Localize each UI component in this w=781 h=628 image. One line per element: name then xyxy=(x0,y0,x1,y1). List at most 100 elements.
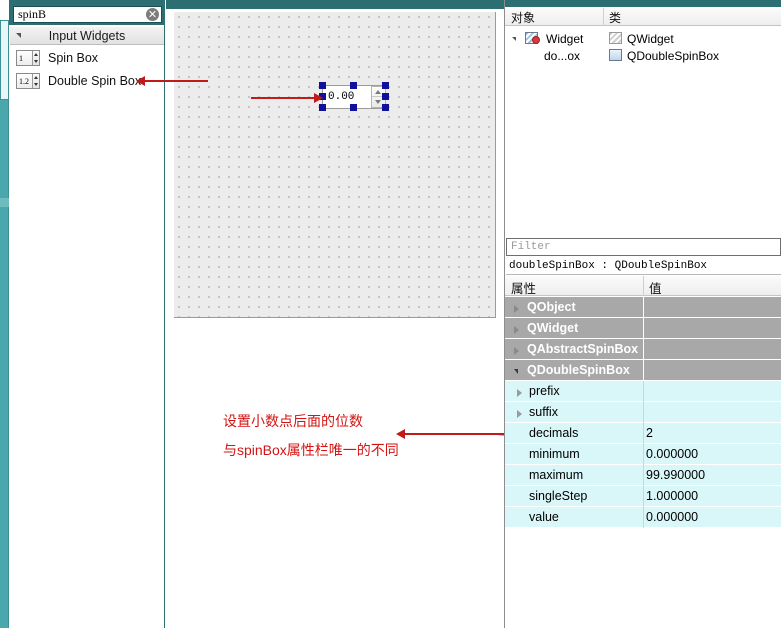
scrollbar-thumb[interactable] xyxy=(0,20,9,100)
selection-handle[interactable] xyxy=(382,82,389,89)
property-name: suffix xyxy=(529,405,558,419)
search-input[interactable]: spinB ✕ xyxy=(13,6,162,23)
step-down-icon[interactable] xyxy=(375,100,381,104)
property-object-title-text: doubleSpinBox : QDoubleSpinBox xyxy=(509,260,708,272)
property-value[interactable]: 99.990000 xyxy=(646,468,705,482)
property-group-name: QAbstractSpinBox xyxy=(527,342,639,356)
property-object-title: doubleSpinBox : QDoubleSpinBox xyxy=(506,258,781,275)
property-group-qabstractspinbox[interactable]: QAbstractSpinBox xyxy=(505,339,781,360)
scrollbar-marker xyxy=(0,198,9,207)
row-divider xyxy=(643,486,644,507)
row-divider xyxy=(643,465,644,486)
object-inspector-tree[interactable]: Widget QWidget do...ox QDoubleSpinBox xyxy=(505,27,781,233)
widget-item-spin-box[interactable]: 1 Spin Box xyxy=(10,47,164,69)
property-group-name: QWidget xyxy=(527,321,579,335)
double-spinbox-icon-arrows xyxy=(32,74,39,88)
widget-item-label: Double Spin Box xyxy=(48,74,142,88)
property-filter-input[interactable]: Filter xyxy=(506,238,781,256)
property-row-suffix[interactable]: suffix xyxy=(505,402,781,423)
row-divider xyxy=(643,444,644,465)
widget-item-label: Spin Box xyxy=(48,51,99,65)
expand-triangle-icon[interactable] xyxy=(514,326,519,334)
property-filter-placeholder: Filter xyxy=(511,241,551,253)
property-row-singlestep[interactable]: singleStep 1.000000 xyxy=(505,486,781,507)
property-name: value xyxy=(529,510,559,524)
row-divider xyxy=(643,507,644,528)
row-divider xyxy=(643,297,644,318)
form-double-spinbox-value: 0.00 xyxy=(328,91,355,103)
row-divider xyxy=(643,318,644,339)
spinbox-icon-text: 1 xyxy=(19,53,23,63)
class-column-header[interactable]: 类 xyxy=(609,9,621,26)
value-column-header[interactable]: 值 xyxy=(649,278,662,297)
property-row-value[interactable]: value 0.000000 xyxy=(505,507,781,528)
property-column-divider[interactable] xyxy=(643,276,644,296)
object-column-divider[interactable] xyxy=(603,8,604,26)
selection-handle[interactable] xyxy=(319,82,326,89)
property-column-header[interactable]: 属性 xyxy=(511,278,536,297)
property-row-prefix[interactable]: prefix xyxy=(505,381,781,402)
expand-triangle-icon[interactable] xyxy=(514,305,519,313)
collapse-triangle-icon[interactable] xyxy=(514,369,518,374)
annotation-arrowhead-right xyxy=(314,93,323,103)
annotation-arrowhead-left xyxy=(136,76,145,86)
search-input-value: spinB xyxy=(18,7,47,21)
annotation-text-line1: 设置小数点后面的位数 xyxy=(223,413,363,429)
property-name: prefix xyxy=(529,384,560,398)
row-divider xyxy=(643,360,644,381)
property-value[interactable]: 1.000000 xyxy=(646,489,698,503)
selection-handle[interactable] xyxy=(382,104,389,111)
selection-handle[interactable] xyxy=(350,82,357,89)
object-inspector-header: 对象 类 xyxy=(505,8,781,26)
qwidget-class-icon xyxy=(609,32,622,44)
row-divider xyxy=(643,423,644,444)
property-name: singleStep xyxy=(529,489,588,503)
property-name: maximum xyxy=(529,468,584,482)
object-tree-row-widget[interactable]: Widget QWidget xyxy=(505,30,781,47)
property-group-name: QDoubleSpinBox xyxy=(527,363,630,377)
annotation-arrowhead-decimals xyxy=(396,429,405,439)
row-divider xyxy=(643,339,644,360)
expand-triangle-icon[interactable] xyxy=(512,37,516,41)
chevron-down-icon xyxy=(16,33,21,38)
object-inspector-titlebar xyxy=(505,0,781,7)
property-editor-list[interactable]: QObject QWidget QAbstractSpinBox QDouble… xyxy=(505,297,781,528)
property-value[interactable]: 2 xyxy=(646,426,653,440)
object-tree-row-doublespinbox[interactable]: do...ox QDoubleSpinBox xyxy=(505,47,781,64)
selection-handle[interactable] xyxy=(319,104,326,111)
selection-handle[interactable] xyxy=(382,93,389,100)
property-name: minimum xyxy=(529,447,580,461)
object-tree-class: QWidget xyxy=(627,31,674,46)
property-value[interactable]: 0.000000 xyxy=(646,447,698,461)
property-group-qwidget[interactable]: QWidget xyxy=(505,318,781,339)
property-group-qdoublespinbox[interactable]: QDoubleSpinBox xyxy=(505,360,781,381)
widget-category-input-widgets[interactable]: Input Widgets xyxy=(10,26,164,45)
expand-triangle-icon[interactable] xyxy=(514,347,519,355)
annotation-line-to-widget-item xyxy=(145,80,208,82)
qt-designer-window: spinB ✕ Input Widgets 1 Spin Box 1.2 Dou… xyxy=(0,0,781,628)
annotation-line-to-form-widget xyxy=(251,97,316,99)
property-group-name: QObject xyxy=(527,300,576,314)
form-design-surface[interactable] xyxy=(174,12,496,318)
widget-category-label: Input Widgets xyxy=(48,28,126,43)
double-spinbox-icon xyxy=(609,49,622,61)
step-up-icon[interactable] xyxy=(375,90,381,94)
canvas-titlebar xyxy=(166,0,504,9)
clear-search-icon[interactable]: ✕ xyxy=(146,8,159,21)
object-tree-class: QDoubleSpinBox xyxy=(627,48,720,63)
property-row-decimals[interactable]: decimals 2 xyxy=(505,423,781,444)
selection-handle[interactable] xyxy=(350,104,357,111)
widget-box-search-container: spinB ✕ xyxy=(9,5,165,25)
property-value[interactable]: 0.000000 xyxy=(646,510,698,524)
expand-triangle-icon[interactable] xyxy=(517,389,522,397)
property-row-minimum[interactable]: minimum 0.000000 xyxy=(505,444,781,465)
property-row-maximum[interactable]: maximum 99.990000 xyxy=(505,465,781,486)
annotation-text-line2: 与spinBox属性栏唯一的不同 xyxy=(223,442,399,458)
spinbox-icon-arrows xyxy=(32,51,39,65)
row-divider xyxy=(643,402,644,423)
property-group-qobject[interactable]: QObject xyxy=(505,297,781,318)
object-column-header[interactable]: 对象 xyxy=(511,9,535,26)
expand-triangle-icon[interactable] xyxy=(517,410,522,418)
left-vertical-scrollbar[interactable] xyxy=(0,20,9,628)
spinbox-icon: 1 xyxy=(16,50,40,66)
